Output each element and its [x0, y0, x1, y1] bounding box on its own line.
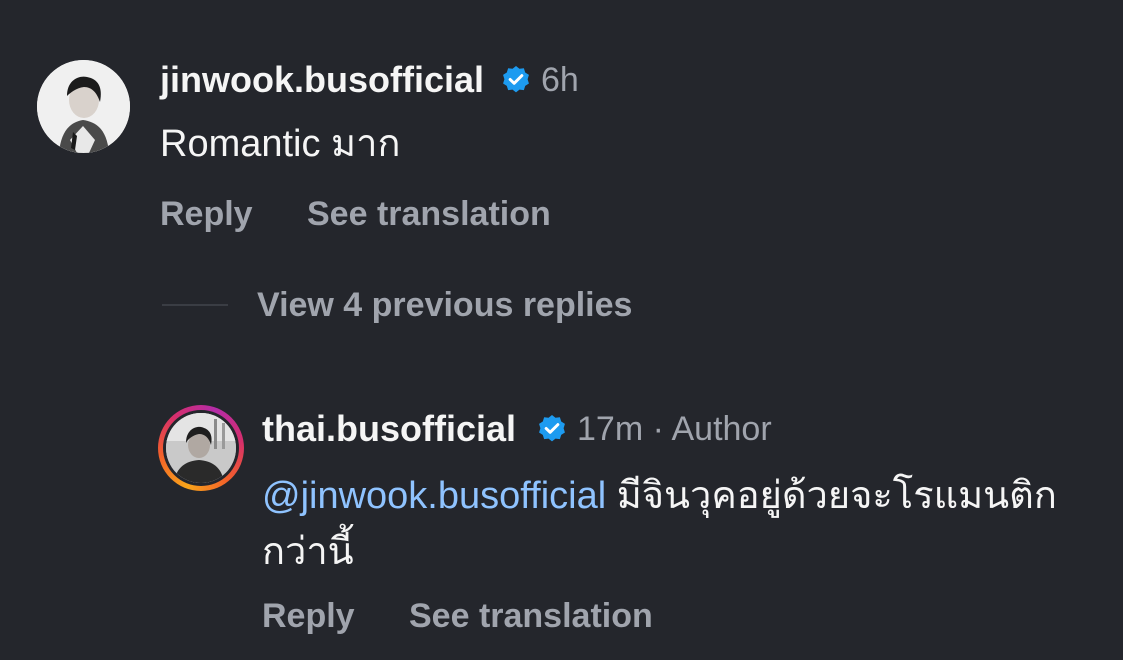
replier-username[interactable]: thai.busofficial	[262, 407, 516, 451]
reply-button[interactable]: Reply	[160, 192, 253, 236]
replier-avatar[interactable]	[166, 413, 236, 483]
person-photo-icon	[37, 60, 130, 153]
comment-timestamp: 6h	[541, 61, 579, 99]
mention-link[interactable]: @jinwook.busofficial	[262, 475, 606, 517]
verified-badge-icon	[503, 66, 529, 93]
verified-badge-icon	[539, 415, 565, 442]
comment-text: Romantic มาก	[160, 123, 401, 165]
commenter-username[interactable]: jinwook.busofficial	[160, 58, 484, 102]
see-translation-button[interactable]: See translation	[307, 192, 551, 236]
reply-button[interactable]: Reply	[262, 594, 355, 638]
see-translation-button[interactable]: See translation	[409, 594, 653, 638]
replies-divider-line	[162, 304, 228, 306]
reply-text: @jinwook.busofficial มีจินวุคอยู่ด้วยจะโ…	[262, 468, 1092, 580]
view-previous-replies-button[interactable]: View 4 previous replies	[257, 283, 632, 327]
person-photo-icon	[166, 413, 236, 483]
reply-timestamp-author: 17m · Author	[577, 410, 772, 448]
commenter-avatar[interactable]	[37, 60, 130, 153]
